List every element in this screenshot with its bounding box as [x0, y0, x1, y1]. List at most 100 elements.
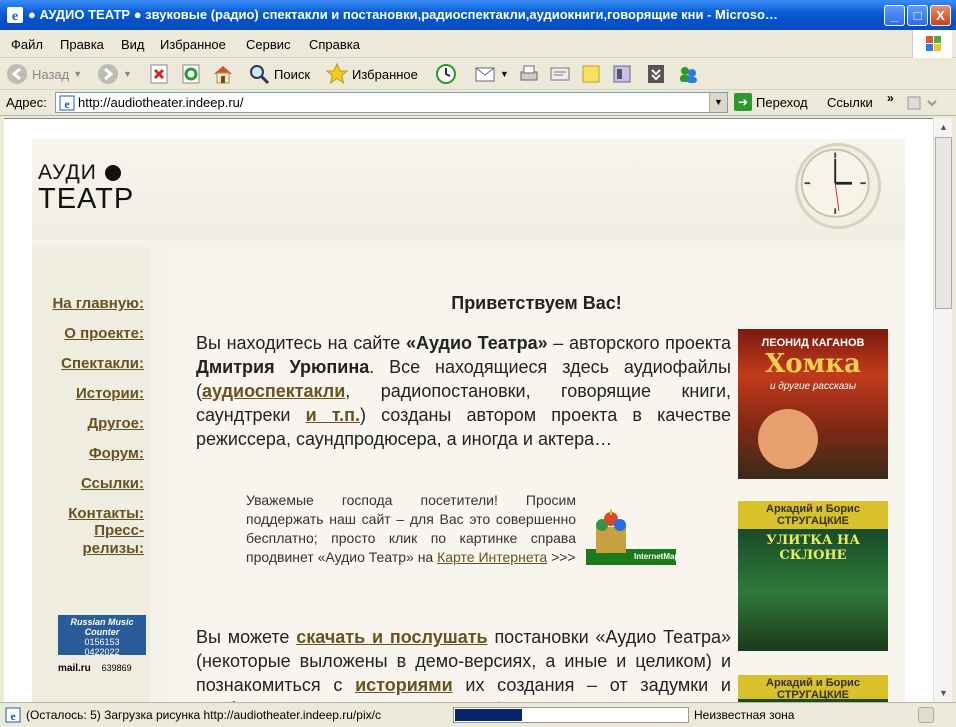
speaker-icon [105, 165, 121, 181]
refresh-button[interactable] [180, 61, 202, 87]
scroll-up-icon[interactable]: ▲ [934, 118, 953, 136]
history-icon [436, 64, 456, 84]
svg-text:e: e [10, 709, 16, 723]
close-button[interactable]: X [930, 5, 951, 26]
edit-page-icon [550, 67, 570, 81]
intro-text-1: Вы находитесь на сайте [196, 333, 406, 353]
scroll-thumb[interactable] [935, 137, 952, 309]
refresh-icon [182, 64, 200, 84]
logo-bottom-text: ТЕАТР [38, 183, 135, 215]
notice-tail: >>> [547, 549, 576, 565]
clock-icon [795, 143, 881, 229]
book2-author: Аркадий и Борис СТРУГАЦКИЕ [766, 503, 860, 527]
site-page: АУДИ ТЕАТР На главную: О проекте: Спекта… [32, 139, 905, 702]
audioplays-link[interactable]: аудиоспектакли [202, 381, 345, 401]
forward-button[interactable]: ▼ [97, 61, 132, 87]
extra-tool-icon[interactable] [906, 94, 940, 112]
zone-icon [918, 707, 934, 723]
intro-text-2: – авторского проекта [547, 333, 732, 353]
nav-forum[interactable]: Форум: [89, 445, 144, 462]
address-input[interactable]: e http://audiotheater.indeep.ru/ ▼ [55, 92, 728, 113]
main-content: Приветствуем Вас! Вы находитесь на сайте… [168, 247, 905, 702]
address-label: Адрес: [6, 95, 47, 110]
address-dropdown-icon[interactable]: ▼ [709, 93, 727, 112]
maximize-button[interactable]: □ [907, 5, 928, 26]
loading-page-icon: e [5, 707, 21, 723]
menu-file[interactable]: Файл [11, 37, 43, 52]
favorites-button[interactable]: Избранное [326, 61, 418, 87]
ie-icon: e [7, 7, 23, 24]
site-header: АУДИ ТЕАТР [32, 139, 905, 239]
mail-button[interactable]: ▼ [474, 61, 509, 87]
nav-about[interactable]: О проекте: [64, 325, 144, 342]
media-icon [648, 65, 664, 83]
search-button[interactable]: Поиск [248, 61, 310, 87]
mailru-counter[interactable]: mail.ru 639869 [58, 663, 146, 677]
internet-map-link[interactable]: Карте Интернета [437, 549, 547, 565]
book1-title: Хомка [765, 349, 861, 379]
church-icon: InternetMap.info [586, 509, 696, 565]
nav-press-2[interactable]: релизы: [82, 540, 144, 557]
mail-icon [475, 67, 495, 82]
book-cover-ulitka[interactable]: Аркадий и Борис СТРУГАЦКИЕ УЛИТКА НА СКЛ… [738, 501, 888, 651]
back-dropdown-icon[interactable]: ▼ [73, 69, 82, 79]
address-bar: Адрес: e http://audiotheater.indeep.ru/ … [0, 90, 956, 116]
welcome-heading: Приветствуем Вас! [451, 293, 622, 313]
nav-press-1[interactable]: Пресс- [94, 522, 144, 539]
nav-other[interactable]: Другое: [87, 415, 144, 432]
stop-button[interactable] [148, 61, 170, 87]
download-listen-link[interactable]: скачать и послушать [296, 627, 487, 647]
download-text-1: Вы можете [196, 627, 297, 647]
menu-help[interactable]: Справка [309, 37, 360, 52]
stories-link[interactable]: историями [355, 675, 453, 695]
history-button[interactable] [435, 61, 457, 87]
back-button[interactable]: Назад ▼ [6, 61, 82, 87]
go-label: Переход [756, 94, 808, 110]
svg-text:e: e [12, 9, 18, 24]
vertical-scrollbar[interactable]: ▲ ▼ [933, 118, 952, 702]
printer-icon [520, 65, 538, 81]
counter-line1: 0156153 [84, 637, 120, 647]
research-button[interactable] [611, 61, 633, 87]
search-icon [250, 65, 270, 85]
progress-fill [455, 709, 523, 721]
discuss-button[interactable] [580, 61, 602, 87]
menu-favorites[interactable]: Избранное [160, 37, 226, 52]
security-zone: Неизвестная зона [694, 708, 795, 722]
links-more-button[interactable]: » [887, 91, 894, 105]
mail-dropdown-icon[interactable]: ▼ [500, 69, 509, 79]
minimize-button[interactable]: _ [884, 5, 905, 26]
menu-view[interactable]: Вид [121, 37, 145, 52]
menu-edit[interactable]: Правка [60, 37, 104, 52]
nav-stories[interactable]: Истории: [76, 385, 144, 402]
edit-button[interactable] [549, 61, 571, 87]
internet-map-banner[interactable]: InternetMap.info [586, 509, 696, 571]
status-bar: e (Осталось: 5) Загрузка рисунка http://… [0, 702, 956, 727]
star-icon [326, 63, 348, 85]
back-label: Назад [32, 66, 70, 82]
links-button[interactable]: Ссылки [827, 95, 873, 110]
nav-links[interactable]: Ссылки: [81, 475, 144, 492]
print-button[interactable] [518, 61, 540, 87]
intro-paragraph: Вы находитесь на сайте «Аудио Театра» – … [196, 331, 731, 451]
forward-dropdown-icon[interactable]: ▼ [123, 69, 132, 79]
nav-plays[interactable]: Спектакли: [61, 355, 144, 372]
nav-contacts[interactable]: Контакты: [68, 505, 144, 522]
book-cover-3[interactable]: Аркадий и Борис СТРУГАЦКИЕ [738, 675, 888, 702]
music-counter[interactable]: Russian Music Counter 0156153 0422022 [58, 615, 146, 657]
book-cover-khomka[interactable]: ЛЕОНИД КАГАНОВ Хомка и другие рассказы [738, 329, 888, 479]
go-arrow-icon: ➜ [734, 93, 752, 111]
book2-title: УЛИТКА НА СКЛОНЕ [766, 533, 860, 563]
nav-home[interactable]: На главную: [52, 295, 144, 312]
media-button[interactable] [645, 61, 667, 87]
go-button[interactable]: ➜ Переход [734, 93, 808, 111]
menu-tools[interactable]: Сервис [246, 37, 291, 52]
scroll-down-icon[interactable]: ▼ [934, 684, 953, 702]
baby-image [758, 409, 818, 469]
book1-author: ЛЕОНИД КАГАНОВ [761, 337, 865, 349]
home-button[interactable] [212, 61, 234, 87]
messenger-button[interactable] [677, 61, 699, 87]
svg-text:e: e [64, 97, 70, 111]
status-text: (Осталось: 5) Загрузка рисунка http://au… [26, 708, 381, 722]
etc-link[interactable]: и т.п. [306, 405, 360, 425]
